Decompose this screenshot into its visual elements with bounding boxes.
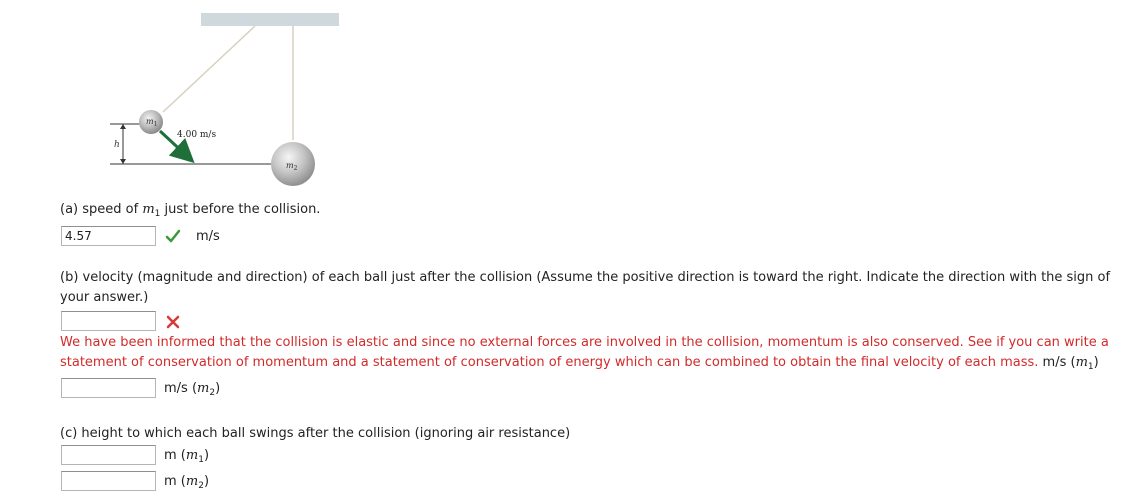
pendulum-figure: h m1 4.00 m/s m2	[110, 13, 339, 186]
height-arrow-down	[120, 159, 126, 164]
string-1	[162, 25, 256, 113]
part-a-answer-input[interactable]	[61, 226, 156, 246]
part-b-prompt: (b) velocity (magnitude and direction) o…	[60, 270, 1111, 305]
part-b-answer-m1-input[interactable]	[61, 311, 156, 331]
part-c-prompt: (c) height to which each ball swings aft…	[60, 426, 571, 441]
part-b-unit-m2: m/s (m2)	[164, 381, 221, 398]
height-arrow-up	[120, 124, 126, 129]
part-c-answer-m1-input[interactable]	[61, 445, 156, 465]
part-b-feedback: We have been informed that the collision…	[60, 335, 1109, 372]
part-c-unit-m1: m (m1)	[164, 448, 210, 465]
part-c-unit-m2: m (m2)	[164, 474, 210, 491]
part-a-unit: m/s	[196, 229, 220, 244]
part-b-unit-m1: m/s (m1)	[1042, 355, 1099, 372]
part-c-answer-m2-input[interactable]	[61, 471, 156, 491]
checkmark-icon	[165, 229, 181, 243]
velocity-label: 4.00 m/s	[177, 130, 216, 140]
cross-icon	[166, 315, 180, 329]
ceiling-bar	[201, 13, 339, 26]
height-label: h	[114, 140, 120, 150]
part-a-prompt: (a) speed of m1 just before the collisio…	[60, 202, 321, 219]
part-b-answer-m2-input[interactable]	[61, 378, 156, 398]
